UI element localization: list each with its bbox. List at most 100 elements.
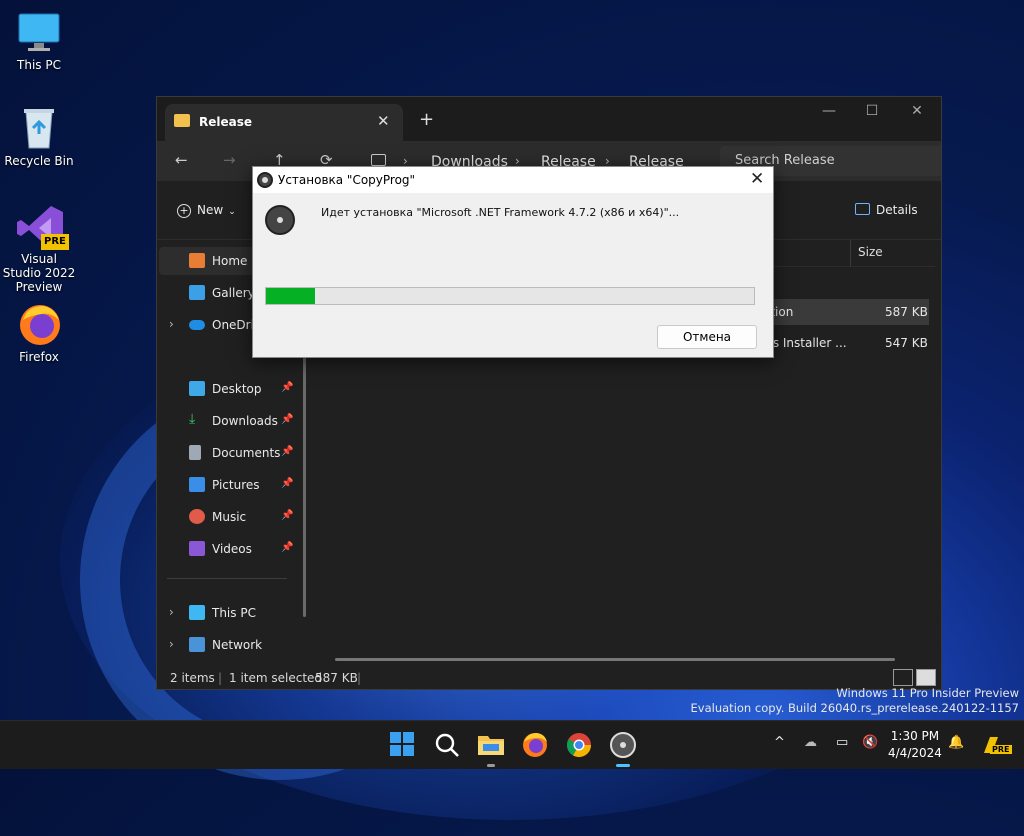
tab-bar: Release ✕ + — ☐ ✕ — [157, 97, 941, 141]
search-icon[interactable] — [433, 731, 461, 759]
network-icon — [189, 637, 205, 652]
tab-title: Release — [199, 115, 253, 129]
column-divider[interactable] — [850, 240, 851, 266]
close-window-button[interactable]: ✕ — [902, 103, 932, 119]
home-icon — [189, 253, 205, 268]
sidebar-item-desktop[interactable]: Desktop 📌 — [159, 375, 301, 403]
copilot-pre-icon[interactable]: PRE — [980, 733, 1012, 757]
desktop-icon-recycle-bin[interactable]: Recycle Bin — [1, 106, 77, 168]
start-button[interactable] — [389, 731, 417, 759]
details-pane-icon — [855, 203, 870, 215]
sidebar-item-documents[interactable]: Documents 📌 — [159, 439, 301, 467]
monitor-icon — [17, 10, 61, 54]
copyprog-taskbar-icon[interactable] — [609, 731, 637, 767]
horizontal-scrollbar[interactable] — [335, 658, 895, 661]
chevron-right-icon[interactable]: › — [169, 637, 174, 651]
installer-dialog: Установка "CopyProg" ✕ Идет установка "M… — [252, 166, 774, 358]
desktop-icon-label: Visual Studio 2022 Preview — [2, 252, 76, 294]
sidebar-item-label: Videos — [212, 542, 252, 556]
item-count: 2 items — [170, 671, 215, 685]
desktop-icon-this-pc[interactable]: This PC — [1, 10, 77, 72]
pin-icon: 📌 — [281, 446, 294, 457]
file-size: 587 KB — [885, 305, 928, 319]
desktop-icon-firefox[interactable]: Firefox — [1, 302, 77, 364]
gallery-icon — [189, 285, 205, 300]
tab-close-icon[interactable]: ✕ — [377, 112, 390, 130]
desktop-icon-label: This PC — [17, 58, 61, 72]
onedrive-offline-icon[interactable]: ☁ — [804, 735, 817, 750]
install-progress-bar — [265, 287, 755, 305]
sidebar-item-label: This PC — [212, 606, 256, 620]
document-icon — [189, 445, 201, 460]
sidebar-item-network[interactable]: › Network — [159, 631, 301, 659]
sidebar-item-downloads[interactable]: ⤓ Downloads 📌 — [159, 407, 301, 435]
forward-button[interactable]: → — [223, 151, 236, 169]
download-icon: ⤓ — [189, 411, 196, 427]
file-name: ws Installer ... — [763, 336, 847, 350]
clock[interactable]: 1:30 PM 4/4/2024 — [888, 728, 942, 762]
firefox-taskbar-icon[interactable] — [521, 731, 549, 759]
dialog-title-bar: Установка "CopyProg" ✕ — [253, 167, 773, 193]
sidebar-item-label: Desktop — [212, 382, 262, 396]
watermark-edition: Windows 11 Pro Insider Preview — [836, 686, 1019, 700]
details-button-label: Details — [876, 203, 918, 217]
sidebar-item-videos[interactable]: Videos 📌 — [159, 535, 301, 563]
dialog-title: Установка "CopyProg" — [278, 173, 416, 187]
maximize-button[interactable]: ☐ — [857, 103, 887, 119]
pictures-icon — [189, 477, 205, 492]
column-header-size[interactable]: Size — [858, 245, 883, 259]
details-view-icon[interactable] — [893, 669, 913, 686]
chrome-taskbar-icon[interactable] — [565, 731, 593, 759]
disc-icon — [610, 732, 636, 758]
clock-date: 4/4/2024 — [888, 746, 942, 760]
pin-icon: 📌 — [281, 414, 294, 425]
taskbar: ^ ☁ ▭ 🔇 1:30 PM 4/4/2024 🔔 PRE — [0, 720, 1024, 769]
notification-bell-icon[interactable]: 🔔 — [948, 735, 964, 750]
file-explorer-taskbar-icon[interactable] — [477, 731, 505, 767]
sidebar-item-label: Music — [212, 510, 247, 524]
clock-time: 1:30 PM — [890, 729, 940, 743]
cancel-button[interactable]: Отмена — [657, 325, 757, 349]
desktop-icon-visual-studio[interactable]: PRE Visual Studio 2022 Preview — [1, 204, 77, 294]
progress-fill — [266, 288, 315, 304]
firefox-icon — [17, 302, 61, 346]
chevron-right-icon[interactable]: › — [169, 605, 174, 619]
pre-badge: PRE — [41, 234, 69, 250]
pc-icon — [371, 154, 386, 166]
watermark-build: Evaluation copy. Build 26040.rs_prerelea… — [690, 701, 1019, 715]
sidebar-item-pictures[interactable]: Pictures 📌 — [159, 471, 301, 499]
back-button[interactable]: ← — [175, 151, 188, 169]
chevron-right-icon[interactable]: › — [169, 317, 174, 331]
pre-badge: PRE — [990, 745, 1012, 754]
desktop-icon — [189, 381, 205, 396]
desktop-icon-label: Recycle Bin — [4, 154, 74, 168]
tray-overflow-chevron[interactable]: ^ — [774, 735, 785, 750]
disc-install-icon — [265, 205, 295, 235]
new-button-label: New — [197, 203, 224, 217]
tiles-view-icon[interactable] — [916, 669, 936, 686]
status-separator: | — [357, 671, 362, 685]
install-message: Идет установка "Microsoft .NET Framework… — [321, 206, 680, 219]
sidebar-item-label: Network — [212, 638, 263, 652]
network-icon[interactable]: ▭ — [836, 735, 848, 750]
music-icon — [189, 509, 205, 524]
tab-release[interactable]: Release ✕ — [165, 104, 403, 141]
details-button[interactable]: Details — [855, 203, 918, 217]
new-tab-button[interactable]: + — [419, 109, 434, 130]
minimize-button[interactable]: — — [814, 103, 844, 119]
onedrive-cloud-icon — [189, 320, 205, 330]
new-button[interactable]: + New ⌄ — [177, 203, 236, 218]
sidebar-item-this-pc[interactable]: › This PC — [159, 599, 301, 627]
videos-icon — [189, 541, 205, 556]
desktop-icon-label: Firefox — [19, 350, 59, 364]
pin-icon: 📌 — [281, 510, 294, 521]
volume-muted-icon[interactable]: 🔇 — [862, 735, 878, 750]
sidebar-item-label: Gallery — [212, 286, 255, 300]
running-indicator — [487, 764, 495, 767]
disc-icon — [257, 172, 273, 188]
file-size: 547 KB — [885, 336, 928, 350]
active-indicator — [616, 764, 630, 767]
dialog-close-icon[interactable]: ✕ — [750, 169, 764, 189]
pin-icon: 📌 — [281, 382, 294, 393]
sidebar-item-music[interactable]: Music 📌 — [159, 503, 301, 531]
